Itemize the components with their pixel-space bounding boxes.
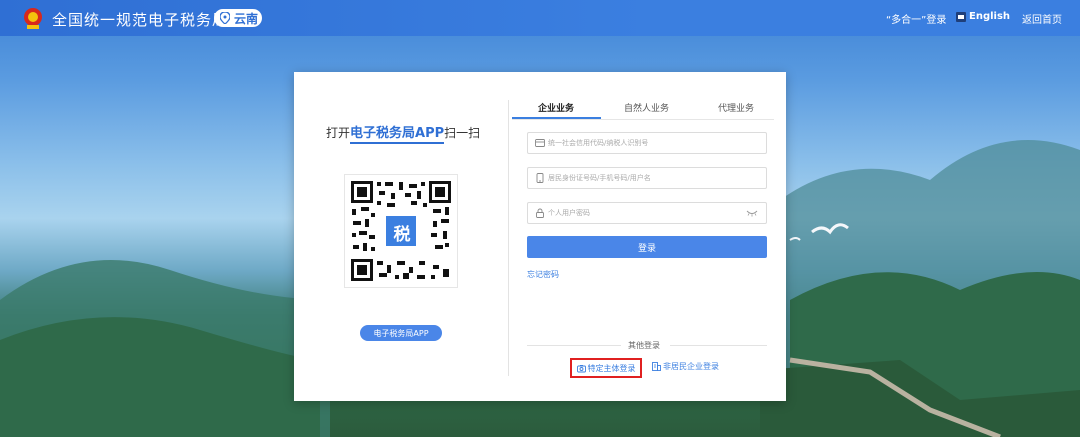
tab-enterprise[interactable]: 企业业务	[538, 101, 574, 114]
region-label: 云南	[234, 11, 259, 26]
tab-natural-person[interactable]: 自然人业务	[624, 101, 669, 114]
other-login-label: 其他登录	[628, 341, 660, 350]
app-download-button[interactable]: 电子税务局APP	[360, 325, 442, 341]
qr-code: 税	[344, 174, 458, 288]
card-icon	[535, 139, 545, 147]
region-selector[interactable]: 云南	[214, 9, 262, 27]
multi-login-link[interactable]: “多合一”登录	[886, 11, 946, 26]
scan-instruction: 打开电子税务局APP扫一扫	[326, 122, 481, 144]
top-bar: 全国统一规范电子税务局 云南 “多合一”登录 English 返回首页	[0, 0, 1080, 36]
english-label: English	[969, 11, 1011, 22]
nonresident-login-label: 非居民企业登录	[663, 362, 719, 371]
app-name: 电子税务局APP	[350, 126, 445, 144]
login-button[interactable]: 登录	[527, 236, 767, 258]
site-title: 全国统一规范电子税务局	[52, 11, 229, 29]
building-icon	[652, 362, 661, 371]
forgot-password-link[interactable]: 忘记密码	[527, 269, 559, 280]
scan-suffix: 扫一扫	[444, 126, 481, 140]
active-tab-indicator	[512, 117, 601, 119]
location-pin-icon	[220, 12, 230, 24]
camera-icon	[576, 364, 586, 372]
password-field[interactable]	[527, 202, 767, 224]
lock-icon	[536, 208, 544, 218]
password-input[interactable]	[548, 209, 738, 217]
tab-agent[interactable]: 代理业务	[718, 101, 754, 114]
other-login-divider-left	[527, 345, 621, 346]
english-link[interactable]: English	[956, 11, 1010, 22]
other-login-divider-right	[670, 345, 767, 346]
phone-icon	[536, 173, 544, 183]
home-link[interactable]: 返回首页	[1022, 11, 1062, 26]
special-entity-login-label: 特定主体登录	[587, 363, 636, 373]
scan-prefix: 打开	[326, 126, 351, 140]
eye-closed-icon[interactable]	[746, 209, 758, 217]
id-input[interactable]	[548, 174, 738, 182]
login-card: 打开电子税务局APP扫一扫 税 电子税务局APP 企业业务 自然人业务 代理业务…	[294, 72, 786, 401]
credit-code-field[interactable]	[527, 132, 767, 154]
special-entity-login-button[interactable]: 特定主体登录	[570, 358, 642, 378]
vertical-divider	[508, 100, 509, 376]
qr-center-logo: 税	[393, 224, 411, 245]
language-icon	[956, 11, 966, 22]
credit-code-input[interactable]	[548, 139, 738, 147]
id-field[interactable]	[527, 167, 767, 189]
tax-emblem-icon	[24, 8, 42, 29]
login-tabs: 企业业务 自然人业务 代理业务	[512, 98, 774, 120]
nonresident-login-button[interactable]: 非居民企业登录	[652, 361, 719, 372]
